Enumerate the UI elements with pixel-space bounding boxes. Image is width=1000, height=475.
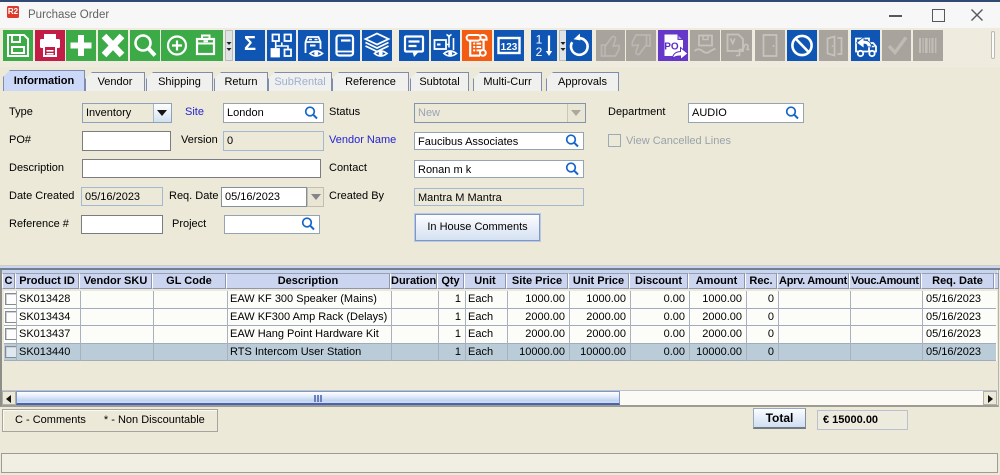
svg-text:2: 2 [535,45,542,59]
svg-text:PO: PO [664,42,679,53]
svg-text:123: 123 [500,42,517,53]
